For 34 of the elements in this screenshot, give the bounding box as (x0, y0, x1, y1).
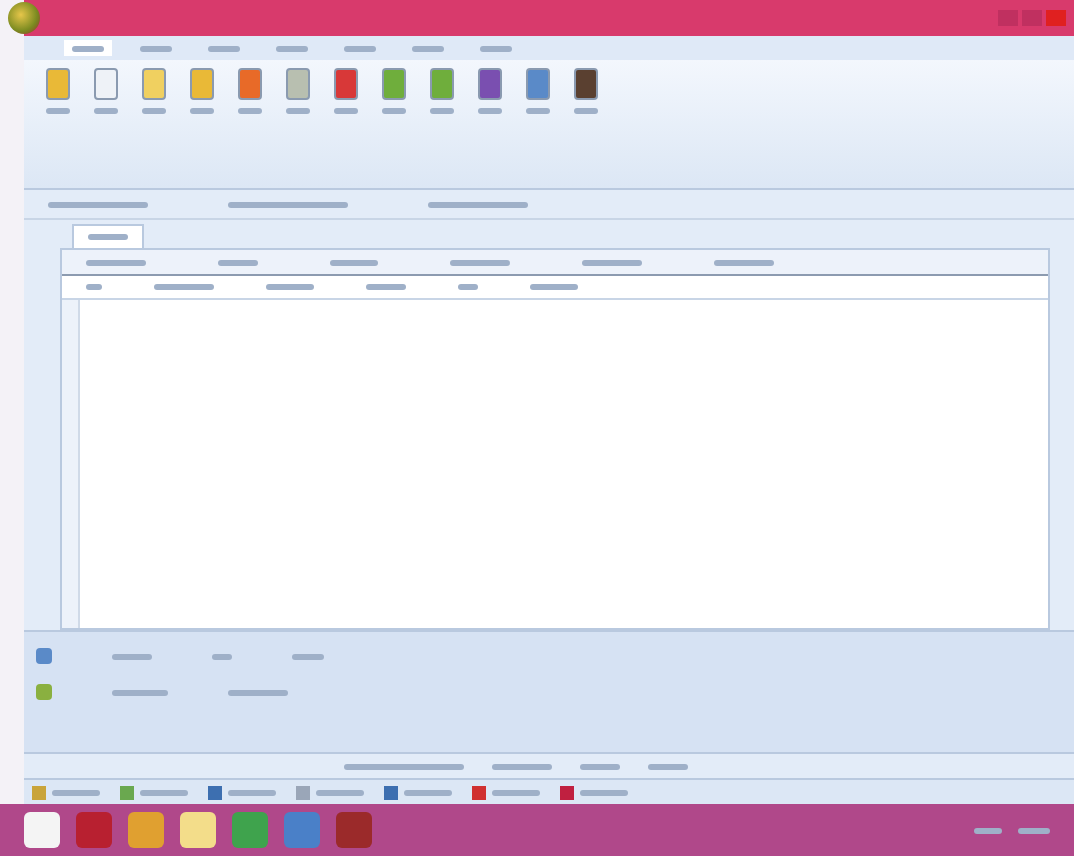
minimize-button[interactable] (998, 10, 1018, 26)
status-icon[interactable] (384, 785, 398, 799)
taskbar-app-icon[interactable] (284, 812, 320, 848)
taskbar-app-icon[interactable] (232, 812, 268, 848)
maximize-button[interactable] (1022, 10, 1042, 26)
toolbar-icon (142, 68, 166, 100)
status-icon[interactable] (472, 785, 486, 799)
toolbar-icon (94, 68, 118, 100)
menu-tab[interactable] (64, 40, 112, 56)
taskbar-app-icon[interactable] (24, 812, 60, 848)
toolbar-icon (238, 68, 262, 100)
toolbar-button[interactable] (472, 68, 508, 114)
document-tab[interactable] (72, 224, 144, 248)
toolbar-button[interactable] (568, 68, 604, 114)
toolbar-icon (46, 68, 70, 100)
toolbar-icon (382, 68, 406, 100)
taskbar-app-icon[interactable] (336, 812, 372, 848)
status-icon[interactable] (296, 785, 310, 799)
toolbar-icon (286, 68, 310, 100)
status-icon[interactable] (560, 785, 574, 799)
toolbar-icon (190, 68, 214, 100)
toolbar-icon (334, 68, 358, 100)
close-button[interactable] (1046, 10, 1066, 26)
status-icon[interactable] (120, 785, 134, 799)
taskbar-app-icon[interactable] (180, 812, 216, 848)
toolbar-icon (478, 68, 502, 100)
toolbar-icon (526, 68, 550, 100)
status-icon[interactable] (208, 785, 222, 799)
taskbar-app-icon[interactable] (76, 812, 112, 848)
app-logo-icon (8, 2, 40, 34)
taskbar-app-icon[interactable] (128, 812, 164, 848)
toolbar-icon (430, 68, 454, 100)
toolbar-button[interactable] (328, 68, 364, 114)
toolbar-icon (574, 68, 598, 100)
